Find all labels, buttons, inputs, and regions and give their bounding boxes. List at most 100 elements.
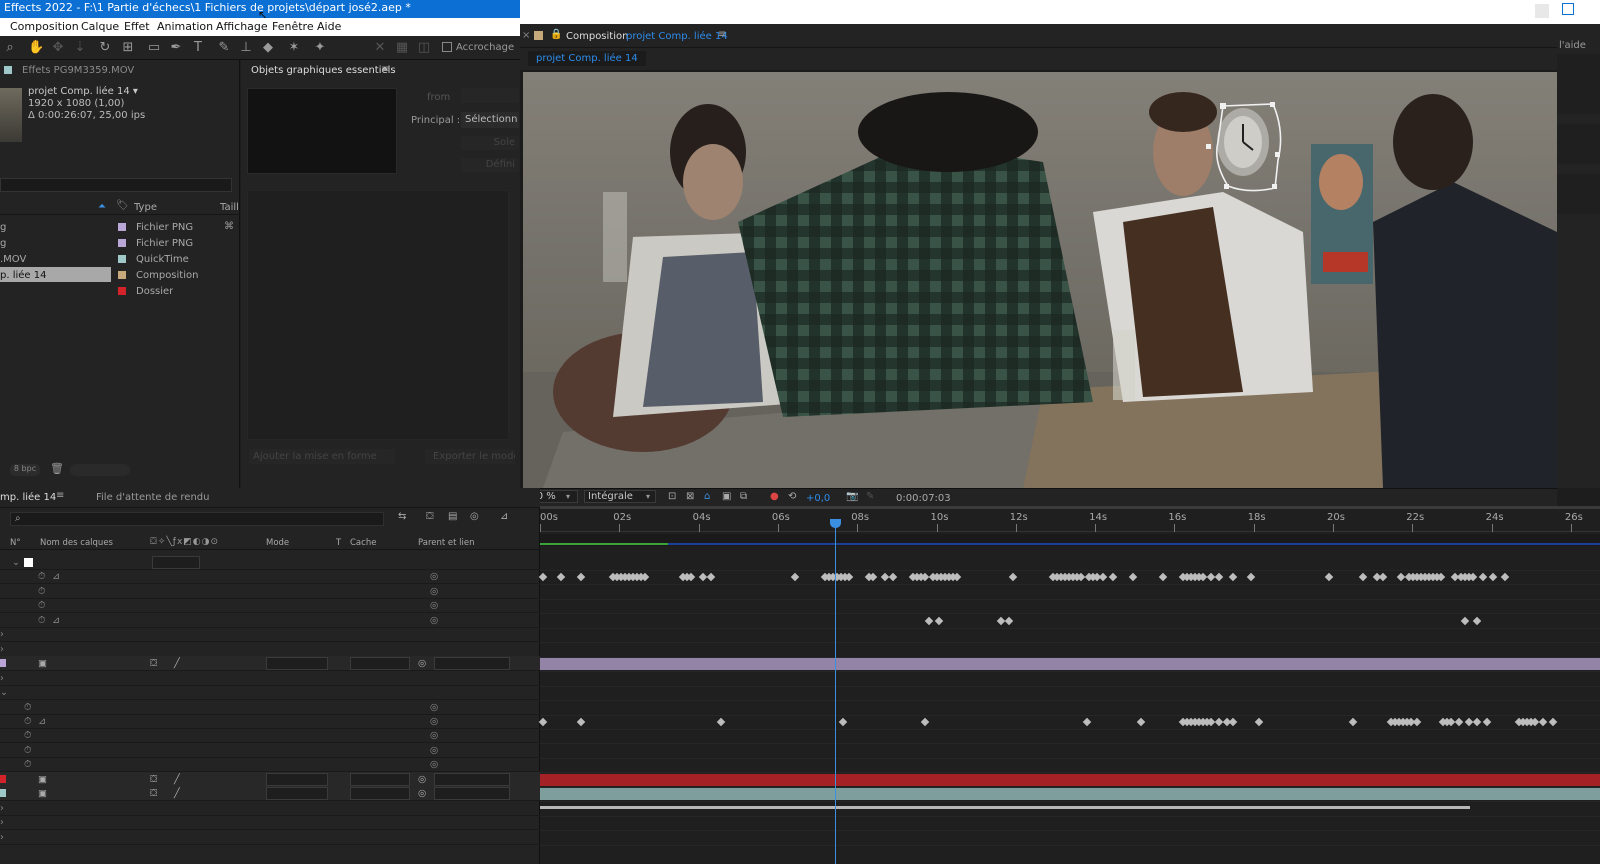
quality-switch-icon[interactable]: ╱: [174, 658, 180, 669]
property-row[interactable]: ⏱ ◎: [0, 598, 540, 614]
keyframe-marker[interactable]: [1082, 717, 1092, 727]
mode-select[interactable]: [266, 657, 328, 671]
zoom-tool-icon[interactable]: ⌕: [2, 40, 18, 56]
expand-triangle-icon[interactable]: ›: [0, 644, 4, 655]
axis-view-icon[interactable]: ◫: [416, 40, 432, 56]
axis-local-icon[interactable]: ✕: [372, 40, 388, 56]
pickwhip-icon[interactable]: ◎: [418, 788, 426, 799]
matte-select[interactable]: [350, 772, 410, 786]
shy-switch-icon[interactable]: ⛋: [150, 774, 157, 785]
layer-bar-fill[interactable]: [540, 788, 1600, 801]
keyframe-marker[interactable]: [1454, 717, 1464, 727]
stopwatch-icon[interactable]: ⏱: [24, 702, 31, 713]
keyframe-marker[interactable]: [1108, 573, 1118, 582]
property-row[interactable]: ›: [0, 815, 540, 831]
col-mode[interactable]: Mode: [266, 538, 289, 548]
col-t[interactable]: T: [336, 538, 341, 548]
keyframe-marker[interactable]: [1488, 573, 1498, 582]
keyframe-marker[interactable]: [934, 616, 944, 626]
export-button[interactable]: Exporter le modè: [425, 449, 515, 464]
expand-triangle-icon[interactable]: ›: [0, 629, 4, 640]
menu-effet[interactable]: Effet: [124, 20, 150, 33]
keyframe-marker[interactable]: [1472, 717, 1482, 727]
layer-bar-fill[interactable]: [540, 773, 1600, 786]
property-track[interactable]: [540, 758, 1600, 774]
keyframe-marker[interactable]: [1198, 573, 1208, 582]
stopwatch-icon[interactable]: ⏱: [38, 571, 45, 582]
keyframe-marker[interactable]: [1358, 573, 1368, 582]
property-track[interactable]: [540, 729, 1600, 745]
menu-affichage[interactable]: Affichage: [216, 20, 268, 33]
property-row[interactable]: ⏱ ⊿ ◎: [0, 569, 540, 585]
keyframe-marker[interactable]: [1246, 573, 1256, 582]
col-number[interactable]: N°: [10, 538, 21, 548]
mask-swatch[interactable]: [24, 558, 33, 567]
property-track[interactable]: [540, 672, 1600, 687]
roto-brush-icon[interactable]: ✶: [286, 40, 302, 56]
keyframe-marker[interactable]: [920, 717, 930, 727]
stopwatch-icon[interactable]: ⏱: [38, 600, 45, 611]
property-track[interactable]: [540, 701, 1600, 716]
trash-icon[interactable]: 🗑: [50, 462, 64, 475]
keyframe-marker[interactable]: [868, 573, 878, 582]
layer-duration-bar[interactable]: [540, 657, 1600, 673]
keyframe-marker[interactable]: [716, 717, 726, 727]
expand-triangle-icon[interactable]: ›: [0, 803, 4, 814]
orbit-tool-icon[interactable]: ✥: [50, 40, 66, 56]
keyframe-marker[interactable]: [698, 573, 708, 582]
layer-duration-bar[interactable]: [540, 787, 1600, 803]
property-track[interactable]: [540, 831, 1600, 846]
keyframe-marker[interactable]: [790, 573, 800, 582]
expand-triangle-icon[interactable]: ⌄: [12, 557, 20, 568]
exposure-value[interactable]: +0,0: [806, 493, 830, 504]
transparency-grid-icon[interactable]: ⊠: [686, 491, 694, 502]
right-panel-field[interactable]: [1557, 174, 1600, 214]
keyframe-marker[interactable]: [1348, 717, 1358, 727]
pen-tool-icon[interactable]: ✒: [168, 40, 184, 56]
property-row[interactable]: ⏱ ◎: [0, 743, 540, 758]
property-row[interactable]: ›: [0, 642, 540, 657]
safe-margins-icon[interactable]: ▣: [722, 491, 731, 502]
property-track[interactable]: [540, 816, 1600, 832]
expression-icon[interactable]: ◎: [430, 702, 438, 713]
keyframe-marker[interactable]: [686, 573, 696, 582]
keyframe-marker[interactable]: [952, 573, 962, 582]
keyframe-marker[interactable]: [556, 573, 566, 582]
channels-icon[interactable]: ●: [770, 491, 779, 502]
property-row[interactable]: ⏱ ◎: [0, 584, 540, 599]
composition-name[interactable]: projet Comp. liée 14: [626, 31, 728, 42]
stopwatch-icon[interactable]: ⏱: [38, 586, 45, 597]
col-matte[interactable]: Cache: [350, 538, 376, 548]
property-row[interactable]: ⏱ ◎: [0, 757, 540, 773]
property-track[interactable]: [540, 686, 1600, 702]
principal-select[interactable]: Sélectionn: [461, 112, 519, 128]
anchor-tool-icon[interactable]: ⊞: [120, 40, 136, 56]
keyframe-marker[interactable]: [1500, 573, 1510, 582]
puppet-pin-icon[interactable]: ✦: [312, 40, 328, 56]
keyframe-marker[interactable]: [844, 573, 854, 582]
switches-icon[interactable]: ⛋✧╲ƒx◩◐◑⊙: [150, 537, 219, 547]
keyframe-marker[interactable]: [924, 616, 934, 626]
keyframe-marker[interactable]: [706, 573, 716, 582]
property-row[interactable]: ⏱ ◎: [0, 700, 540, 715]
work-area-bar[interactable]: [540, 506, 1600, 509]
project-item[interactable]: .MOV QuickTime: [0, 251, 240, 267]
time-ruler[interactable]: 00s 02s 04s 06s 08s 10s 12s 14s 16s 18s 20s 22s 24s 2…: [540, 510, 1600, 532]
keyframe-marker[interactable]: [1004, 616, 1014, 626]
panel-menu-icon[interactable]: ≡: [56, 490, 64, 501]
keyframe-marker[interactable]: [1548, 717, 1558, 727]
stopwatch-icon[interactable]: ⏱: [38, 615, 45, 626]
exposure-reset-icon[interactable]: ⟲: [788, 491, 796, 502]
shy-layers-icon[interactable]: ⛋: [426, 511, 434, 522]
stopwatch-icon[interactable]: ⏱: [24, 759, 31, 770]
graph-editor-icon[interactable]: ⊿: [500, 511, 508, 522]
playhead-handle[interactable]: [830, 519, 841, 528]
property-row[interactable]: ›: [0, 627, 540, 643]
text-tool-icon[interactable]: T: [190, 40, 206, 56]
menu-calque[interactable]: Calque: [81, 20, 119, 33]
keyframe-marker[interactable]: [1136, 717, 1146, 727]
property-row[interactable]: ⏱ ◎: [0, 728, 540, 744]
keyframe-marker[interactable]: [1478, 573, 1488, 582]
expression-icon[interactable]: ◎: [430, 716, 438, 727]
mode-select[interactable]: [266, 787, 328, 801]
